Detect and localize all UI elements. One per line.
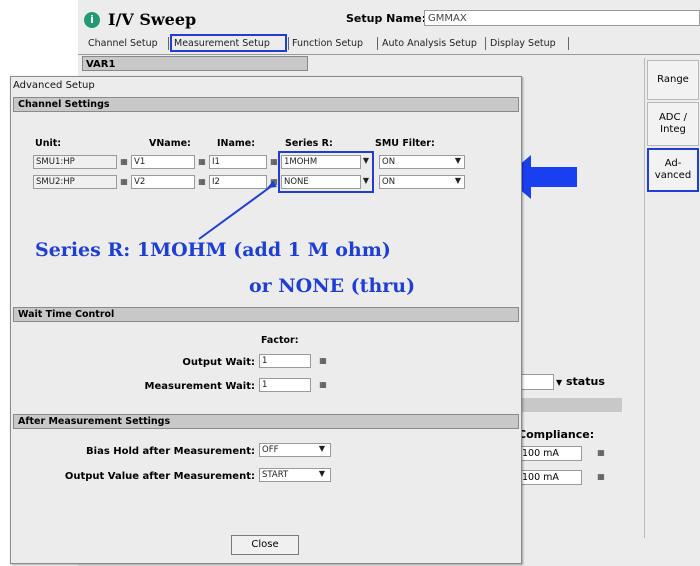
output-value-label: Output Value after Measurement:	[64, 471, 255, 482]
chevron-down-icon[interactable]: ▼	[556, 378, 562, 387]
compliance-input[interactable]: 100 mA	[518, 470, 582, 485]
wait-time-control-header: Wait Time Control	[13, 307, 519, 322]
tab-bar: Channel Setup Measurement Setup Function…	[78, 34, 700, 55]
range-button-label: Range	[657, 74, 689, 85]
keypad-icon[interactable]: ▦	[596, 472, 606, 482]
compliance-input[interactable]: 100 mA	[518, 446, 582, 461]
annotation-text-line1: Series R: 1MOHM (add 1 M ohm)	[35, 239, 391, 261]
chevron-down-icon[interactable]: ▼	[317, 468, 327, 480]
factor-label: Factor:	[261, 335, 299, 346]
compliance-label: Compliance:	[518, 428, 595, 441]
annotation-text-line2: or NONE (thru)	[249, 275, 416, 297]
tab-channel-setup[interactable]: Channel Setup	[88, 36, 158, 52]
title-bar: i I/V Sweep Setup Name: GMMAX	[78, 6, 700, 34]
close-button[interactable]: Close	[231, 535, 299, 555]
output-wait-label: Output Wait:	[182, 357, 255, 368]
info-icon: i	[84, 12, 100, 28]
advanced-button[interactable]: Ad- vanced	[647, 148, 699, 192]
setup-name-label: Setup Name:	[346, 12, 427, 25]
adc-button-label-line1: ADC /	[658, 112, 688, 123]
output-wait-input[interactable]: 1	[259, 354, 311, 368]
keypad-icon[interactable]: ▦	[318, 380, 328, 390]
tab-measurement-setup[interactable]: Measurement Setup	[174, 36, 270, 52]
tab-auto-analysis-setup[interactable]: Auto Analysis Setup	[382, 36, 477, 52]
tab-separator	[377, 37, 378, 50]
side-button-panel: Range ADC / Integ Ad- vanced	[644, 58, 700, 538]
setup-name-input[interactable]: GMMAX	[424, 10, 700, 26]
chevron-down-icon[interactable]: ▼	[317, 443, 327, 455]
measurement-wait-input[interactable]: 1	[259, 378, 311, 392]
app-title: I/V Sweep	[108, 10, 197, 29]
tab-function-setup[interactable]: Function Setup	[292, 36, 363, 52]
after-measurement-settings-header: After Measurement Settings	[13, 414, 519, 429]
adc-integ-button[interactable]: ADC / Integ	[647, 102, 699, 146]
var1-header: VAR1	[82, 56, 308, 71]
advanced-button-label-line1: Ad-	[664, 158, 682, 169]
tab-display-setup[interactable]: Display Setup	[490, 36, 556, 52]
keypad-icon[interactable]: ▦	[318, 356, 328, 366]
tab-separator	[485, 37, 486, 50]
advanced-setup-dialog: Advanced Setup Channel Settings Unit: VN…	[10, 76, 522, 564]
tab-separator	[288, 37, 289, 50]
range-button[interactable]: Range	[647, 60, 699, 100]
tab-separator	[168, 37, 169, 50]
tab-separator	[568, 37, 569, 50]
measurement-wait-label: Measurement Wait:	[144, 381, 255, 392]
bias-hold-label: Bias Hold after Measurement:	[86, 446, 255, 457]
keypad-icon[interactable]: ▦	[596, 448, 606, 458]
adc-button-label-line2: Integ	[660, 124, 686, 135]
status-label: status	[566, 375, 605, 388]
advanced-button-label-line2: vanced	[654, 170, 692, 181]
